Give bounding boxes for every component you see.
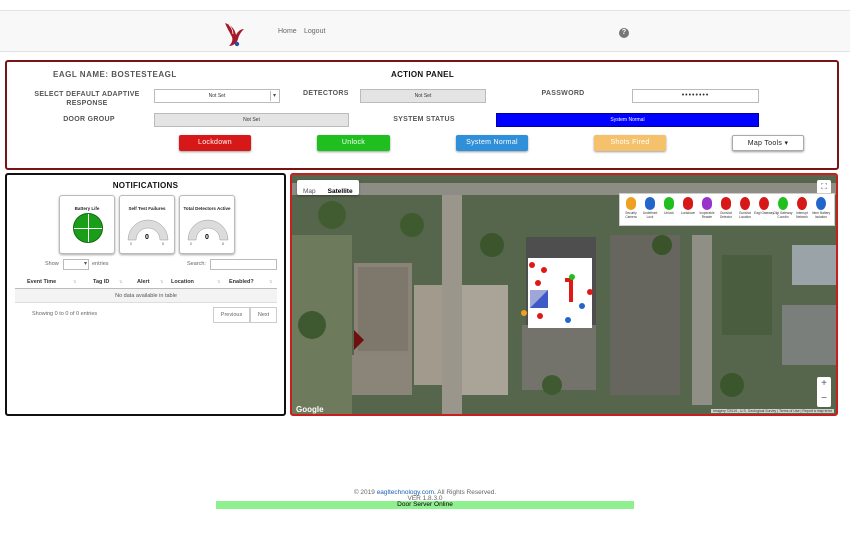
lock-icon (645, 197, 655, 210)
gunshot-detector-icon (721, 197, 731, 210)
legend-item: Eagl Gateway (754, 197, 774, 225)
battery-life-gauge: Battery Life (59, 195, 115, 254)
legend-item: Inoperable Reader (698, 197, 716, 225)
legend-label: Intrm Battery Isolation (811, 211, 831, 219)
adaptive-response-select[interactable]: Not Set ▾ (154, 89, 280, 103)
network-icon (797, 197, 807, 210)
sort-icon: ⇅ (160, 279, 164, 284)
gauge-max: 5 (162, 242, 164, 246)
gauge-max: 5 (222, 242, 224, 246)
eagle-logo-icon[interactable] (221, 19, 245, 49)
gauge-label: Self Test Failures (128, 206, 166, 211)
gateway-icon (759, 197, 769, 210)
gauge-label: Total Detectors Active (183, 206, 231, 211)
zoom-in-icon[interactable]: + (817, 377, 831, 392)
nav-home-link[interactable]: Home (278, 28, 297, 35)
zoom-out-icon[interactable]: − (817, 392, 831, 407)
legend-item: Interrupt Network (793, 197, 811, 225)
eagl-name: EAGL NAME: BOSTESTEAGL (53, 70, 177, 79)
gunshot-location-icon (740, 197, 750, 210)
chevron-down-icon: ▾ (270, 91, 278, 101)
search-input[interactable] (210, 259, 277, 270)
nav-logout-link[interactable]: Logout (304, 28, 325, 35)
lockdown-icon (683, 197, 693, 210)
system-normal-button[interactable]: System Normal (456, 135, 528, 151)
column-header[interactable]: Location (171, 275, 194, 289)
table-header: Event Time ⇅ Tag ID ⇅ Alert ⇅ Location ⇅… (15, 275, 277, 289)
unlock-icon (664, 197, 674, 210)
self-test-failures-gauge: Self Test Failures 0 0 5 (119, 195, 175, 254)
door-group-label: DOOR GROUP (63, 116, 115, 123)
legend-item: Security Camera (622, 197, 640, 225)
google-logo: Google (296, 405, 324, 414)
legend-item: Digi Gateway Coordin (774, 197, 792, 225)
map-type-control: Map Satellite (297, 180, 359, 195)
legend-item: Gunshot Detector (717, 197, 735, 225)
battery-isolation-icon (816, 197, 826, 210)
map-attribution[interactable]: Imagery ©2019 , U.S. Geological Survey |… (711, 409, 834, 413)
sort-icon: ⇅ (119, 279, 123, 284)
legend-item: Gunshot Location (736, 197, 754, 225)
camera-icon (626, 197, 636, 210)
detectors-label: DETECTORS (303, 90, 349, 97)
detectors-field[interactable]: Not Set (360, 89, 486, 103)
map-legend: Security Camera Undefined Lock Unlock Lo… (619, 193, 835, 226)
notifications-panel: NOTIFICATIONS Battery Life Self Test Fai… (5, 173, 286, 416)
zoom-control: + − (817, 377, 831, 407)
column-header[interactable]: Event Time (27, 275, 56, 289)
system-status-label: SYSTEM STATUS (393, 116, 455, 123)
column-header[interactable]: Alert (137, 275, 150, 289)
wifi-icon (778, 197, 788, 210)
lockdown-button[interactable]: Lockdown (179, 135, 251, 151)
action-panel: EAGL NAME: BOSTESTEAGL ACTION PANEL SELE… (5, 60, 839, 170)
map-panel[interactable]: Map Satellite ⛶ Security Camera Undefined… (290, 173, 838, 416)
unlock-button[interactable]: Unlock (317, 135, 390, 151)
password-input[interactable]: •••••••• (632, 89, 759, 103)
shots-fired-button[interactable]: Shots Fired (594, 135, 666, 151)
server-status-bar: Door Server Online (216, 501, 634, 509)
previous-button[interactable]: Previous (213, 307, 250, 323)
gauge-value: 0 (205, 234, 209, 241)
satellite-tab[interactable]: Satellite (322, 184, 359, 199)
sort-icon: ⇅ (217, 279, 221, 284)
column-header[interactable]: Tag ID (93, 275, 109, 289)
sort-icon: ⇅ (73, 279, 77, 284)
next-button[interactable]: Next (250, 307, 277, 323)
system-status-field: System Normal (496, 113, 759, 127)
legend-item: Unlock (660, 197, 678, 225)
search-label: Search: (187, 261, 206, 267)
action-panel-title: ACTION PANEL (391, 70, 455, 79)
door-group-field[interactable]: Not Set (154, 113, 349, 127)
legend-item: Undefined Lock (641, 197, 659, 225)
battery-icon (73, 213, 103, 243)
entries-select[interactable] (63, 259, 89, 270)
column-header[interactable]: Enabled? (229, 275, 254, 289)
table-empty-row: No data available in table (15, 289, 277, 303)
notifications-title: NOTIFICATIONS (112, 181, 179, 190)
gauge-value: 0 (145, 234, 149, 241)
gauge-label: Battery Life (74, 206, 100, 211)
reader-icon (702, 197, 712, 210)
fullscreen-icon[interactable]: ⛶ (817, 180, 831, 194)
total-detectors-gauge: Total Detectors Active 0 0 5 (179, 195, 235, 254)
gauge-min: 0 (130, 242, 132, 246)
password-label: PASSWORD (541, 90, 585, 97)
top-navbar: Home Logout ? (0, 10, 850, 52)
table-info: Showing 0 to 0 of 0 entries (32, 311, 98, 317)
adaptive-response-value: Not Set (208, 93, 226, 99)
show-label: Show (45, 261, 59, 267)
help-icon[interactable]: ? (619, 28, 629, 38)
legend-item: Lockdown (679, 197, 697, 225)
gauge-min: 0 (190, 242, 192, 246)
legend-item: Intrm Battery Isolation (812, 197, 830, 225)
adaptive-response-label: SELECT DEFAULT ADAPTIVE RESPONSE (34, 91, 140, 107)
map-tools-button[interactable]: Map Tools ▾ (732, 135, 804, 151)
map-tab[interactable]: Map (297, 184, 322, 199)
entries-label: entries (92, 261, 109, 267)
sort-icon: ⇅ (269, 279, 273, 284)
